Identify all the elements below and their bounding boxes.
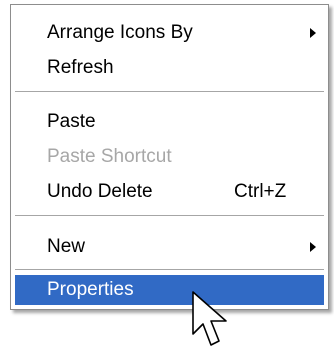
submenu-arrow-icon (310, 242, 316, 252)
menu-item-paste-shortcut: Paste Shortcut (15, 142, 324, 172)
menu-separator (15, 269, 324, 270)
context-menu: Arrange Icons By Refresh Paste Paste Sho… (10, 4, 329, 310)
menu-item-refresh[interactable]: Refresh (15, 53, 324, 83)
menu-item-label: Properties (47, 279, 134, 300)
menu-item-label: Refresh (47, 57, 114, 78)
menu-item-undo-delete[interactable]: Undo Delete Ctrl+Z (15, 177, 324, 207)
menu-item-label: Undo Delete (47, 181, 153, 202)
menu-item-label: Paste (47, 111, 96, 132)
menu-item-new[interactable]: New (15, 232, 324, 262)
mouse-pointer-icon (192, 291, 227, 346)
submenu-arrow-icon (310, 28, 316, 38)
menu-item-label: Arrange Icons By (47, 22, 193, 43)
menu-item-label: Paste Shortcut (47, 146, 172, 167)
menu-item-arrange-icons-by[interactable]: Arrange Icons By (15, 18, 324, 48)
menu-item-label: New (47, 236, 86, 257)
menu-item-properties[interactable]: Properties (15, 275, 324, 305)
menu-separator (15, 215, 324, 216)
menu-separator (15, 91, 324, 92)
menu-item-paste[interactable]: Paste (15, 107, 324, 137)
menu-item-shortcut: Ctrl+Z (234, 181, 287, 202)
